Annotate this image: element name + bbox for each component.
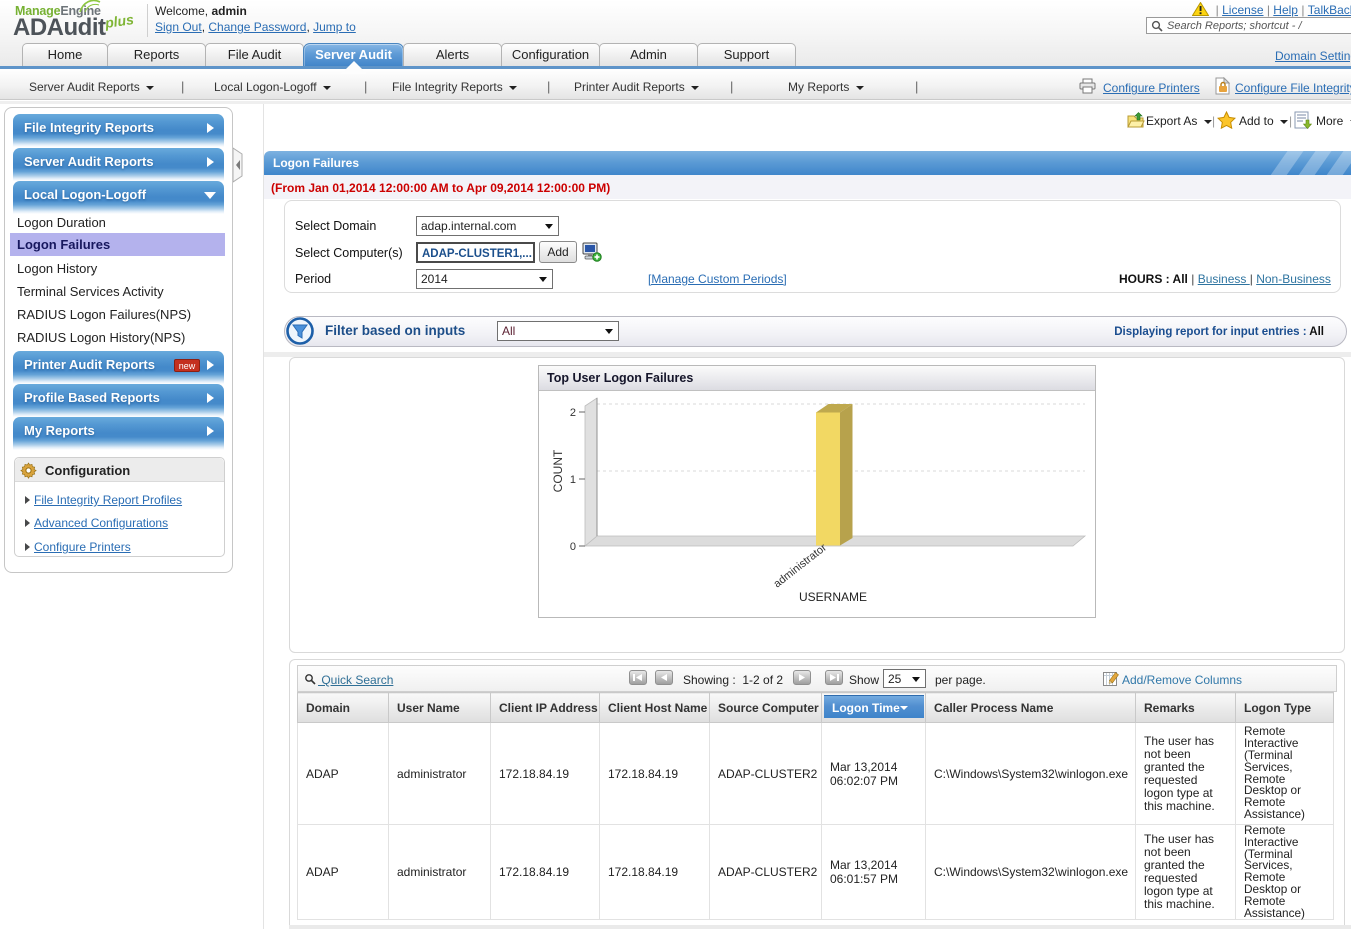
svg-text:1: 1 — [570, 474, 576, 486]
svg-text:0: 0 — [570, 541, 576, 553]
svg-text:COUNT: COUNT — [551, 449, 565, 492]
svg-text:2: 2 — [570, 407, 576, 419]
svg-text:USERNAME: USERNAME — [799, 590, 867, 604]
svg-text:administrator: administrator — [771, 542, 829, 591]
